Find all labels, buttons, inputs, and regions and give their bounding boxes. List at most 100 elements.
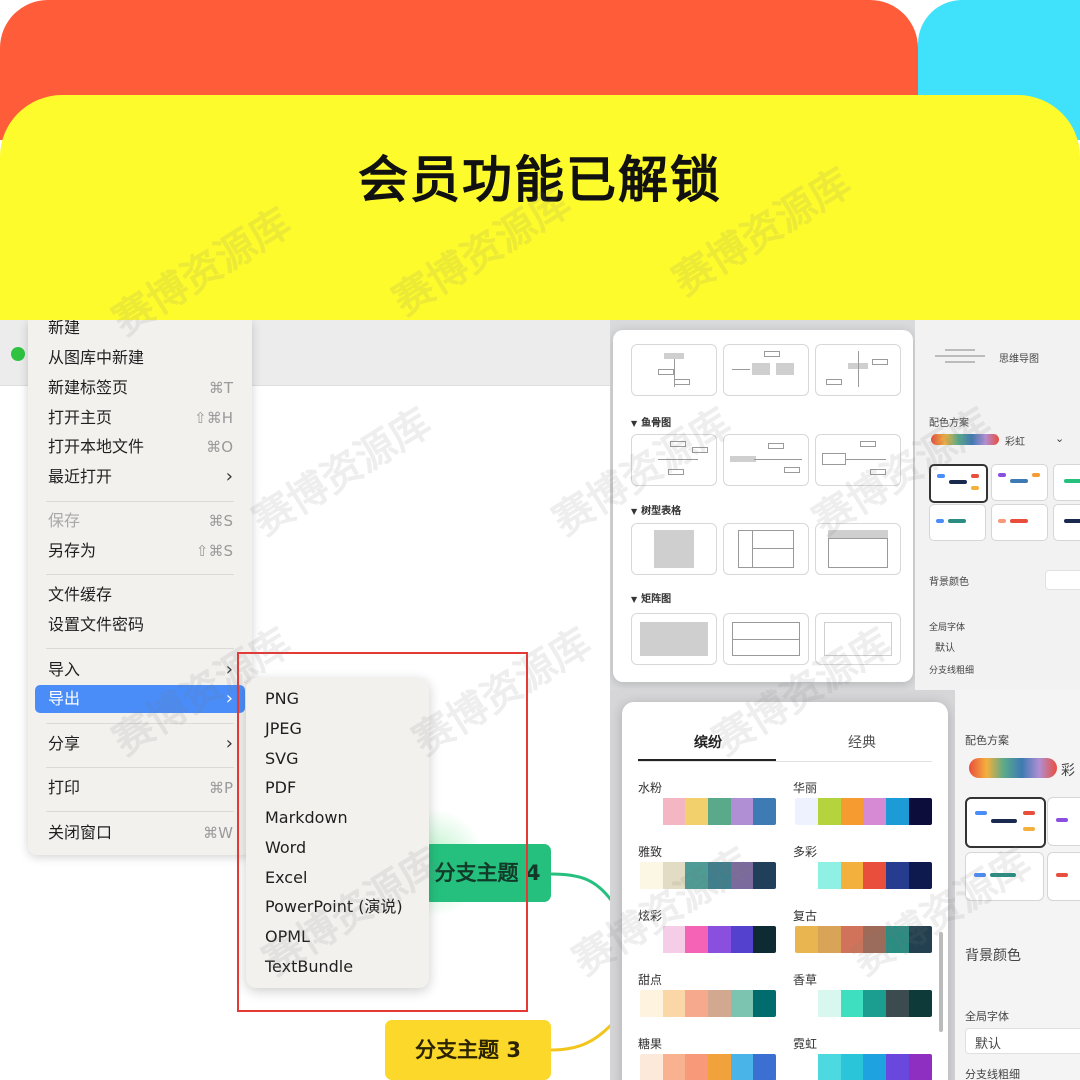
palette-tangguo[interactable]: [640, 1054, 776, 1080]
palette-color-swatch: [708, 862, 731, 889]
palette-color-swatch: [863, 990, 887, 1017]
theme-swatch-3[interactable]: [965, 852, 1044, 901]
palette-shuifen[interactable]: [640, 798, 776, 825]
theme-swatch-2[interactable]: [991, 464, 1048, 501]
chevron-right-icon: ›: [225, 733, 233, 754]
template-card-tree-table-1[interactable]: [631, 523, 717, 575]
color-side-panel: 配色方案 彩 背景颜色 全局字体 默认 分支线粗细: [955, 690, 1080, 1080]
template-card-matrix-1[interactable]: [631, 613, 717, 665]
palette-color-swatch: [640, 926, 663, 953]
palette-tiandian[interactable]: [640, 990, 776, 1017]
palette-color-swatch: [840, 1054, 864, 1080]
template-card-fishbone-2[interactable]: [723, 434, 809, 486]
palette-name: 霓虹: [793, 1037, 818, 1051]
menu-item-open-home[interactable]: 打开主页 ⇧⌘H: [35, 404, 245, 432]
palette-name: 香草: [793, 973, 818, 987]
theme-swatch-5[interactable]: [991, 504, 1048, 541]
palette-color-swatch: [730, 990, 754, 1017]
menu-item-save-as[interactable]: 另存为 ⇧⌘S: [35, 537, 245, 565]
window-zoom-button[interactable]: [11, 347, 25, 361]
banner-title: 会员功能已解锁: [358, 151, 722, 209]
structure-label: 思维导图: [999, 354, 1039, 365]
theme-swatch-1[interactable]: [965, 797, 1046, 848]
palette-color-swatch: [863, 862, 887, 889]
tab-classic[interactable]: 经典: [848, 732, 876, 752]
menu-item-print[interactable]: 打印 ⌘P: [35, 774, 245, 802]
palette-color-swatch: [795, 862, 818, 889]
template-card-fishbone-3[interactable]: [815, 434, 901, 486]
color-scheme-popup: 缤纷 经典 水粉 华丽 雅致 多彩 炫彩 复古 甜点 香草 糖果 霓虹: [622, 702, 948, 1080]
menu-item-open-local-file[interactable]: 打开本地文件 ⌘O: [35, 433, 245, 461]
template-card-org[interactable]: [815, 344, 901, 396]
color-scheme-value[interactable]: 彩虹: [1005, 433, 1025, 448]
theme-swatch-6[interactable]: [1053, 504, 1080, 541]
palette-color-swatch: [730, 862, 754, 889]
palette-color-swatch: [886, 1054, 910, 1080]
palette-name: 多彩: [793, 845, 818, 859]
palette-color-swatch: [909, 926, 932, 953]
menu-item-file-cache[interactable]: 文件缓存: [35, 581, 245, 609]
template-card-matrix-2[interactable]: [723, 613, 809, 665]
theme-swatch-4[interactable]: [1047, 852, 1080, 901]
palette-color-swatch: [640, 798, 663, 825]
palette-nihong[interactable]: [795, 1054, 932, 1080]
scheme-preview-bar: [931, 434, 999, 445]
color-scheme-value[interactable]: 彩: [1061, 760, 1075, 780]
template-card-tree-table-2[interactable]: [723, 523, 809, 575]
menu-item-share[interactable]: 分享 ›: [35, 730, 245, 758]
palette-huali[interactable]: [795, 798, 932, 825]
palette-color-swatch: [753, 990, 776, 1017]
palette-yazhi[interactable]: [640, 862, 776, 889]
palette-color-swatch: [863, 798, 887, 825]
menu-item-new-from-gallery[interactable]: 从图库中新建: [35, 344, 245, 372]
chevron-right-icon: ›: [225, 688, 233, 709]
theme-swatch-3[interactable]: [1053, 464, 1080, 501]
global-font-value[interactable]: 默认: [935, 639, 955, 654]
palette-fugu[interactable]: [795, 926, 932, 953]
palette-xuancai[interactable]: [640, 926, 776, 953]
color-scheme-label: 配色方案: [929, 418, 969, 429]
section-tree-table: 树型表格: [641, 506, 682, 517]
palette-color-swatch: [753, 926, 776, 953]
palette-name: 复古: [793, 909, 818, 923]
palette-duocai[interactable]: [795, 862, 932, 889]
menu-item-export[interactable]: 导出 ›: [35, 685, 245, 713]
menu-item-set-password[interactable]: 设置文件密码: [35, 611, 245, 639]
palette-scrollbar[interactable]: [939, 932, 943, 1032]
palette-xiangcao[interactable]: [795, 990, 932, 1017]
chevron-right-icon: ›: [225, 659, 233, 680]
menu-item-new-tab[interactable]: 新建标签页 ⌘T: [35, 374, 245, 402]
palette-color-swatch: [886, 862, 910, 889]
theme-swatch-4[interactable]: [929, 504, 986, 541]
palette-name: 炫彩: [638, 909, 663, 923]
file-menu: 新建 从图库中新建 新建标签页 ⌘T 打开主页 ⇧⌘H 打开本地文件 ⌘O 最近打开 ›…: [28, 320, 252, 855]
template-card-mindmap[interactable]: [631, 344, 717, 396]
palette-color-swatch: [795, 798, 818, 825]
menu-item-close-window[interactable]: 关闭窗口 ⌘W: [35, 819, 245, 847]
branch-topic-3-node[interactable]: 分支主题 3: [385, 1020, 551, 1080]
tab-colorful[interactable]: 缤纷: [694, 732, 722, 752]
theme-swatch-2[interactable]: [1047, 797, 1080, 846]
palette-color-swatch: [817, 926, 841, 953]
menu-item-recent[interactable]: 最近打开 ›: [35, 463, 245, 491]
theme-swatch-1[interactable]: [929, 464, 988, 503]
palette-color-swatch: [685, 990, 709, 1017]
menu-separator: [46, 767, 234, 768]
palette-name: 糖果: [638, 1037, 663, 1051]
chevron-down-icon[interactable]: ⌄: [1055, 432, 1064, 445]
template-card-matrix-3[interactable]: [815, 613, 901, 665]
palette-color-swatch: [730, 1054, 754, 1080]
palette-name: 甜点: [638, 973, 663, 987]
menu-separator: [46, 723, 234, 724]
template-card-tree-table-3[interactable]: [815, 523, 901, 575]
template-card-flow[interactable]: [723, 344, 809, 396]
menu-item-import[interactable]: 导入 ›: [35, 656, 245, 684]
palette-color-swatch: [640, 1054, 663, 1080]
menu-item-new[interactable]: 新建: [35, 320, 245, 342]
template-card-fishbone-1[interactable]: [631, 434, 717, 486]
menu-separator: [46, 501, 234, 502]
global-font-value[interactable]: 默认: [975, 1033, 1001, 1052]
background-color-field[interactable]: [1045, 570, 1080, 590]
palette-color-swatch: [817, 862, 841, 889]
palette-color-swatch: [662, 798, 686, 825]
